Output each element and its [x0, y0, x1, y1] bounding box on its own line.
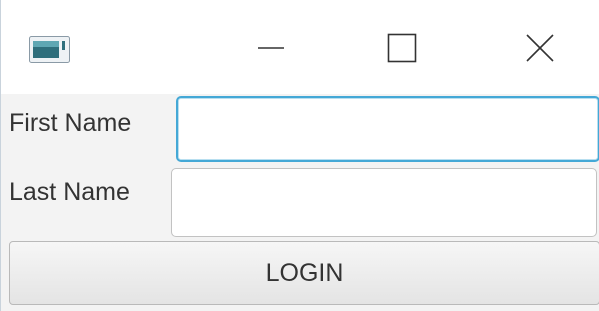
app-icon [29, 36, 70, 63]
first-name-label: First Name [9, 109, 132, 137]
title-bar[interactable] [1, 0, 599, 94]
close-button[interactable] [508, 22, 572, 78]
last-name-label: Last Name [9, 178, 130, 206]
login-form: First Name Last Name LOGIN [1, 94, 599, 311]
minimize-button[interactable] [239, 22, 303, 78]
app-window: First Name Last Name LOGIN [0, 0, 599, 311]
maximize-button[interactable] [370, 22, 434, 78]
maximize-icon [387, 33, 417, 68]
minimize-icon [256, 33, 286, 68]
close-icon [525, 33, 555, 68]
last-name-field[interactable] [171, 168, 597, 237]
first-name-field[interactable] [176, 96, 599, 162]
login-button[interactable]: LOGIN [9, 241, 599, 305]
